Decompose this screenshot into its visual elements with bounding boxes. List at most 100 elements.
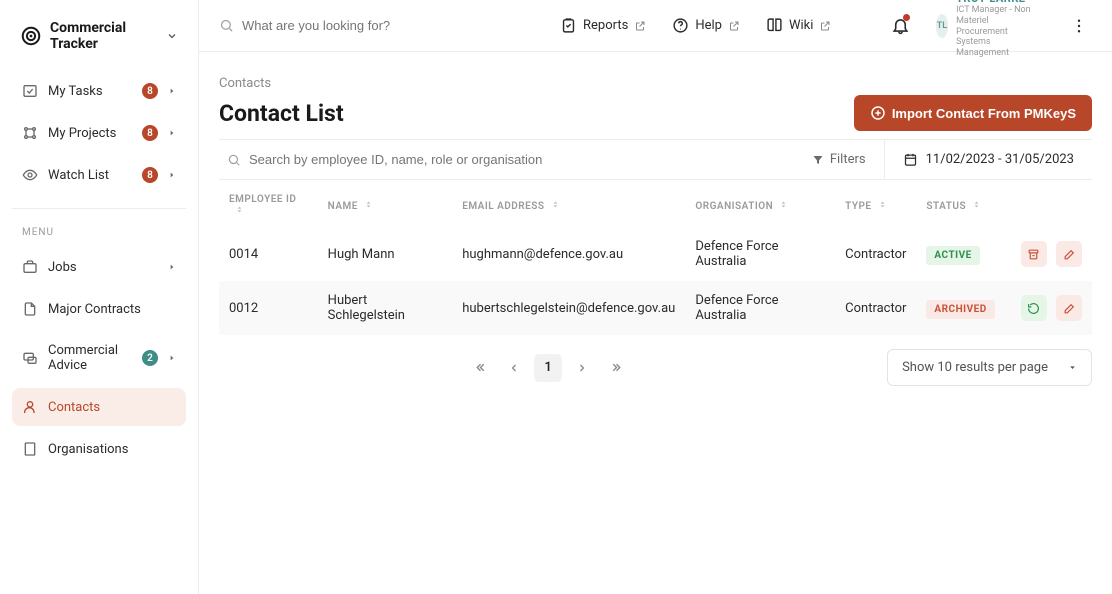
plus-circle-icon (870, 105, 886, 121)
avatar: TL (936, 14, 948, 38)
per-page-label: Show 10 results per page (902, 360, 1048, 375)
pagination: 1 (219, 354, 877, 382)
link-label: Help (695, 18, 722, 33)
cell-type: Contractor (835, 281, 916, 335)
contacts-table: Employee ID Name Email Address Organisat… (219, 180, 1092, 335)
external-link-icon (728, 20, 740, 32)
cell-employee-id: 0012 (219, 281, 318, 335)
brand-switcher[interactable]: Commercial Tracker (12, 16, 186, 72)
menu-section-label: MENU (12, 219, 186, 248)
page-number[interactable]: 1 (534, 354, 562, 382)
document-icon (22, 301, 38, 317)
sidebar-item-label: Major Contracts (48, 302, 176, 317)
badge: 8 (142, 83, 158, 99)
col-employee-id[interactable]: Employee ID (219, 180, 318, 227)
sidebar-item-jobs[interactable]: Jobs (12, 248, 186, 286)
chevron-right-icon (168, 87, 176, 95)
sidebar-item-major-contracts[interactable]: Major Contracts (12, 290, 186, 328)
per-page-select[interactable]: Show 10 results per page (887, 349, 1092, 386)
external-link-icon (634, 20, 646, 32)
sort-icon (551, 200, 560, 209)
col-email[interactable]: Email Address (452, 180, 685, 227)
sort-icon (779, 200, 788, 209)
reports-link[interactable]: Reports (552, 11, 654, 40)
book-icon (766, 17, 783, 34)
sort-icon (878, 200, 887, 209)
table-search[interactable] (219, 140, 794, 179)
import-contact-button[interactable]: Import Contact From PMKeyS (854, 95, 1092, 131)
cell-email: hubertschlegelstein@defence.gov.au (452, 281, 685, 335)
restore-button[interactable] (1021, 295, 1047, 321)
logo-icon (20, 25, 42, 47)
archive-button[interactable] (1021, 241, 1047, 267)
sidebar-item-label: Jobs (48, 260, 158, 275)
sidebar-item-label: My Projects (48, 126, 132, 141)
status-badge: Archived (926, 300, 994, 319)
sidebar-item-my-tasks[interactable]: My Tasks 8 (12, 72, 186, 110)
page-title: Contact List (219, 100, 344, 127)
sidebar-item-watch-list[interactable]: Watch List 8 (12, 156, 186, 194)
filters-button[interactable]: Filters (794, 152, 884, 167)
sort-icon (972, 200, 981, 209)
button-label: Import Contact From PMKeyS (892, 106, 1076, 121)
more-menu-button[interactable] (1066, 13, 1092, 39)
sidebar-item-organisations[interactable]: Organisations (12, 430, 186, 468)
chevron-down-icon (166, 30, 178, 42)
reports-icon (560, 17, 577, 34)
divider (12, 208, 186, 209)
building-icon (22, 441, 38, 457)
help-icon (672, 17, 689, 34)
date-range-picker[interactable]: 11/02/2023 - 31/05/2023 (884, 140, 1092, 179)
wiki-link[interactable]: Wiki (758, 11, 839, 40)
first-page-button[interactable] (466, 354, 494, 382)
next-page-button[interactable] (568, 354, 596, 382)
sidebar-item-commercial-advice[interactable]: Commercial Advice 2 (12, 332, 186, 384)
table-row[interactable]: 0012 Hubert Schlegelstein hubertschlegel… (219, 281, 1092, 335)
eye-icon (22, 167, 38, 183)
filters-label: Filters (830, 152, 866, 167)
user-menu[interactable]: TL TROY LARKE ICT Manager - Non Materiel… (930, 0, 1046, 59)
filter-icon (812, 154, 824, 166)
user-role: ICT Manager - Non Materiel Procurement (956, 5, 1040, 37)
sidebar-item-contacts[interactable]: Contacts (12, 388, 186, 426)
table-search-input[interactable] (249, 152, 749, 167)
sidebar-item-label: Commercial Advice (48, 343, 132, 373)
edit-button[interactable] (1056, 295, 1082, 321)
badge: 2 (142, 350, 158, 366)
cell-employee-id: 0014 (219, 227, 318, 281)
col-type[interactable]: Type (835, 180, 916, 227)
table-row[interactable]: 0014 Hugh Mann hughmann@defence.gov.au D… (219, 227, 1092, 281)
breadcrumb: Contacts (219, 76, 1092, 91)
external-link-icon (819, 20, 831, 32)
col-organisation[interactable]: Organisation (685, 180, 835, 227)
user-icon (22, 399, 38, 415)
sidebar-item-my-projects[interactable]: My Projects 8 (12, 114, 186, 152)
edit-button[interactable] (1056, 241, 1082, 267)
chevron-right-icon (168, 354, 176, 362)
global-search-input[interactable] (242, 18, 542, 33)
prev-page-button[interactable] (500, 354, 528, 382)
chevron-right-icon (168, 171, 176, 179)
check-icon (22, 83, 38, 99)
col-status[interactable]: Status (916, 180, 1004, 227)
search-icon (219, 18, 234, 33)
cell-organisation: Defence Force Australia (685, 227, 835, 281)
cell-name: Hubert Schlegelstein (318, 281, 453, 335)
badge: 8 (142, 167, 158, 183)
brand-title: Commercial Tracker (50, 20, 158, 52)
notification-dot (903, 14, 910, 21)
link-label: Reports (583, 18, 628, 33)
col-name[interactable]: Name (318, 180, 453, 227)
topbar: Reports Help Wiki (199, 0, 1112, 52)
global-search[interactable] (219, 18, 542, 33)
badge: 8 (142, 125, 158, 141)
cell-name: Hugh Mann (318, 227, 453, 281)
caret-down-icon (1068, 363, 1077, 372)
notifications-button[interactable] (881, 16, 920, 35)
cell-type: Contractor (835, 227, 916, 281)
sidebar-item-label: My Tasks (48, 84, 132, 99)
help-link[interactable]: Help (664, 11, 748, 40)
sidebar-item-label: Watch List (48, 168, 132, 183)
chat-icon (22, 350, 38, 366)
last-page-button[interactable] (602, 354, 630, 382)
